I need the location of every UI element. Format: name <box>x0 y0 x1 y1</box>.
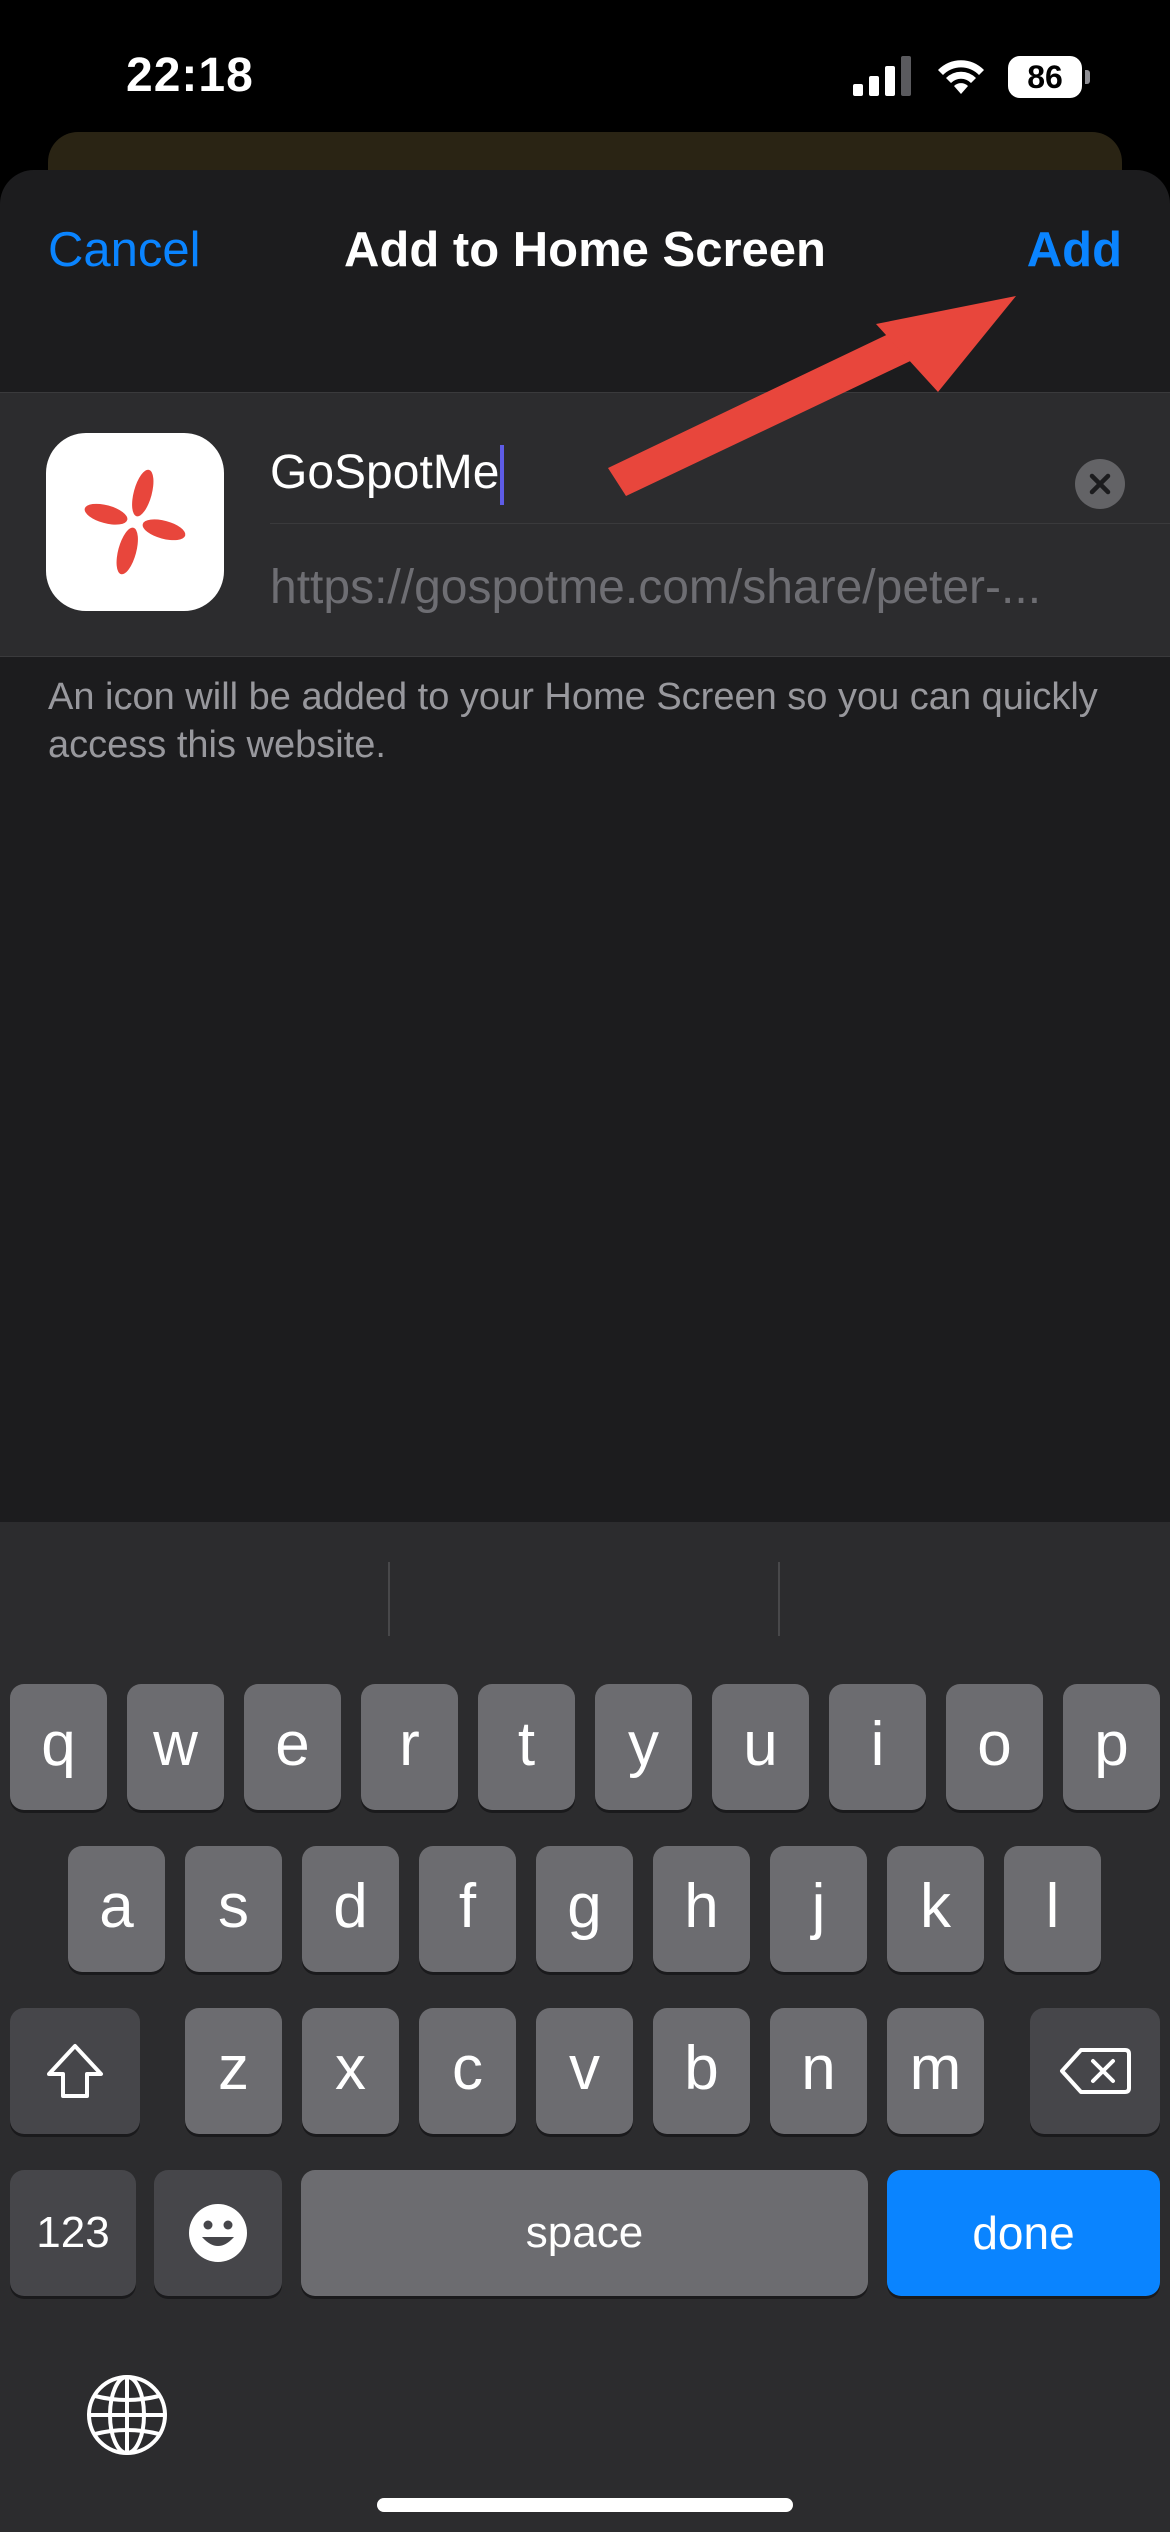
key-z[interactable]: z <box>185 2008 282 2134</box>
battery-icon: 86 <box>1008 56 1090 98</box>
predictive-divider <box>388 1562 390 1636</box>
globe-icon[interactable] <box>84 2372 170 2458</box>
predictive-text-bar <box>0 1522 1170 1672</box>
text-cursor <box>500 445 505 506</box>
cellular-signal-icon <box>853 56 911 96</box>
shortcut-name-value: GoSpotMe <box>270 446 500 499</box>
status-time: 22:18 <box>126 49 254 102</box>
backspace-icon <box>1060 2048 1131 2094</box>
key-n[interactable]: n <box>770 2008 867 2134</box>
status-bar: 22:18 86 <box>0 0 1170 150</box>
key-d[interactable]: d <box>302 1846 399 1972</box>
app-icon-preview <box>46 433 224 611</box>
key-g[interactable]: g <box>536 1846 633 1972</box>
key-c[interactable]: c <box>419 2008 516 2134</box>
key-f[interactable]: f <box>419 1846 516 1972</box>
key-q[interactable]: q <box>10 1684 107 1810</box>
key-m[interactable]: m <box>887 2008 984 2134</box>
key-p[interactable]: p <box>1063 1684 1160 1810</box>
clear-text-button[interactable] <box>1075 459 1125 509</box>
done-key[interactable]: done <box>887 2170 1160 2296</box>
keyboard: q w e r t y u i o p a s d f g h j k l z … <box>0 1522 1170 2532</box>
key-e[interactable]: e <box>244 1684 341 1810</box>
key-x[interactable]: x <box>302 2008 399 2134</box>
key-l[interactable]: l <box>1004 1846 1101 1972</box>
shift-key[interactable] <box>10 2008 140 2134</box>
add-button[interactable]: Add <box>1027 222 1122 278</box>
key-v[interactable]: v <box>536 2008 633 2134</box>
key-h[interactable]: h <box>653 1846 750 1972</box>
predictive-divider <box>778 1562 780 1636</box>
backspace-key[interactable] <box>1030 2008 1160 2134</box>
key-y[interactable]: y <box>595 1684 692 1810</box>
key-a[interactable]: a <box>68 1846 165 1972</box>
numbers-key[interactable]: 123 <box>10 2170 136 2296</box>
key-j[interactable]: j <box>770 1846 867 1972</box>
emoji-smiley-icon <box>189 2204 247 2262</box>
shift-arrow-icon <box>47 2044 103 2098</box>
emoji-key[interactable] <box>154 2170 282 2296</box>
gospotme-logo-icon <box>84 469 186 575</box>
red-annotation-arrow-icon <box>608 296 1016 496</box>
space-key[interactable]: space <box>301 2170 868 2296</box>
key-r[interactable]: r <box>361 1684 458 1810</box>
wifi-icon <box>938 60 984 94</box>
field-divider <box>270 523 1170 524</box>
key-t[interactable]: t <box>478 1684 575 1810</box>
home-indicator <box>377 2498 793 2512</box>
key-i[interactable]: i <box>829 1684 926 1810</box>
battery-level: 86 <box>1008 56 1082 98</box>
key-k[interactable]: k <box>887 1846 984 1972</box>
battery-tip <box>1085 70 1090 84</box>
clear-x-icon <box>1089 473 1111 495</box>
key-o[interactable]: o <box>946 1684 1043 1810</box>
key-w[interactable]: w <box>127 1684 224 1810</box>
footnote-text: An icon will be added to your Home Scree… <box>48 676 1098 766</box>
key-u[interactable]: u <box>712 1684 809 1810</box>
sheet-title: Add to Home Screen <box>344 223 826 277</box>
website-url-field: https://gospotme.com/share/peter-... <box>270 561 1042 614</box>
key-b[interactable]: b <box>653 2008 750 2134</box>
key-s[interactable]: s <box>185 1846 282 1972</box>
